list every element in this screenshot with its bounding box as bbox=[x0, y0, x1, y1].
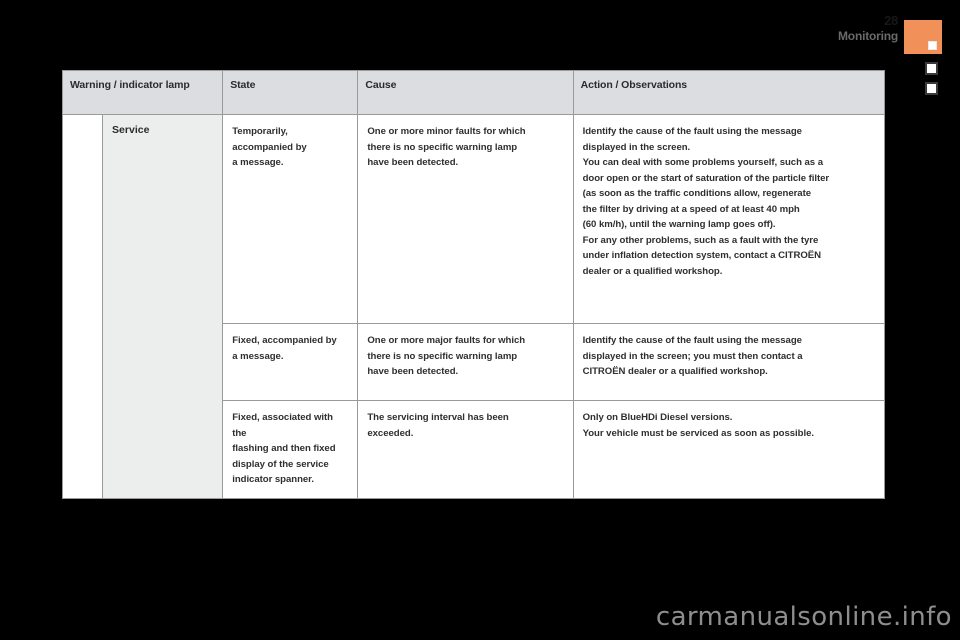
cause-cell: One or more minor faults for which there… bbox=[357, 114, 574, 324]
state-cell: Fixed, accompanied by a message. bbox=[222, 323, 359, 401]
column-header-cause: Cause bbox=[357, 70, 574, 115]
lamp-icon-cell bbox=[61, 114, 104, 499]
column-header-state: State bbox=[222, 70, 359, 115]
action-line: displayed in the screen. bbox=[582, 141, 691, 153]
action-line: Only on BlueHDi Diesel versions. bbox=[582, 412, 733, 423]
section-title: Monitoring bbox=[838, 29, 898, 43]
cause-line: One or more major faults for which bbox=[367, 335, 526, 346]
action-cell: Only on BlueHDi Diesel versions. Your ve… bbox=[572, 400, 886, 499]
state-cell: Temporarily, accompanied by a message. bbox=[222, 114, 359, 324]
cause-line: One or more minor faults for which bbox=[367, 126, 526, 137]
action-line: under inflation detection system, contac… bbox=[582, 250, 822, 262]
cause-line: exceeded. bbox=[367, 427, 414, 439]
page-header: 28 Monitoring bbox=[838, 14, 898, 42]
state-line: accompanied by bbox=[232, 141, 307, 153]
action-line: Your vehicle must be serviced as soon as… bbox=[582, 427, 815, 439]
action-line: (as soon as the traffic conditions allow… bbox=[582, 188, 812, 200]
action-cell: Identify the cause of the fault using th… bbox=[572, 114, 886, 324]
action-line: You can deal with some problems yourself… bbox=[582, 157, 823, 169]
lamp-name: Service bbox=[102, 114, 224, 499]
chapter-tab-marker-icon bbox=[928, 41, 937, 50]
chapter-tab-tertiary[interactable] bbox=[925, 82, 938, 95]
column-header-action: Action / Observations bbox=[572, 70, 886, 115]
action-line: dealer or a qualified workshop. bbox=[582, 265, 723, 277]
action-line: the filter by driving at a speed of at l… bbox=[582, 203, 800, 215]
state-line: display of the service bbox=[232, 458, 329, 470]
state-line: indicator spanner. bbox=[232, 474, 314, 486]
warning-indicator-lamp-table: Warning / indicator lamp State Cause Act… bbox=[61, 70, 886, 499]
watermark: carmanualsonline.info bbox=[655, 602, 952, 632]
state-line: Temporarily, bbox=[232, 126, 288, 137]
action-line: (60 km/h), until the warning lamp goes o… bbox=[582, 219, 776, 231]
page-number: 28 bbox=[884, 13, 898, 28]
action-line: Identify the cause of the fault using th… bbox=[582, 335, 802, 346]
cause-line: The servicing interval has been bbox=[367, 412, 509, 423]
state-line: a message. bbox=[232, 157, 284, 169]
cause-line: there is no specific warning lamp bbox=[367, 350, 518, 362]
column-header-warning-lamp: Warning / indicator lamp bbox=[61, 70, 224, 115]
action-line: displayed in the screen; you must then c… bbox=[582, 350, 803, 362]
state-cell: Fixed, associated with the flashing and … bbox=[222, 400, 359, 499]
state-line: Fixed, associated with the bbox=[232, 412, 333, 439]
action-line: CITROËN dealer or a qualified workshop. bbox=[582, 366, 768, 378]
table-header-row: Warning / indicator lamp State Cause Act… bbox=[61, 70, 886, 115]
action-line: Identify the cause of the fault using th… bbox=[582, 126, 802, 137]
action-cell: Identify the cause of the fault using th… bbox=[572, 323, 886, 401]
chapter-tab[interactable] bbox=[904, 20, 942, 54]
chapter-tab-secondary[interactable] bbox=[925, 62, 938, 75]
table-row: Service Temporarily, accompanied by a me… bbox=[61, 114, 886, 499]
action-line: door open or the start of saturation of … bbox=[582, 172, 830, 184]
state-line: Fixed, accompanied by bbox=[232, 335, 337, 346]
state-line: a message. bbox=[232, 350, 284, 362]
state-line: flashing and then fixed bbox=[232, 443, 336, 455]
cause-cell: The servicing interval has been exceeded… bbox=[357, 400, 574, 499]
cause-line: have been detected. bbox=[367, 366, 459, 378]
action-line: For any other problems, such as a fault … bbox=[582, 234, 819, 246]
cause-cell: One or more major faults for which there… bbox=[357, 323, 574, 401]
cause-line: there is no specific warning lamp bbox=[367, 141, 518, 153]
cause-line: have been detected. bbox=[367, 157, 459, 169]
